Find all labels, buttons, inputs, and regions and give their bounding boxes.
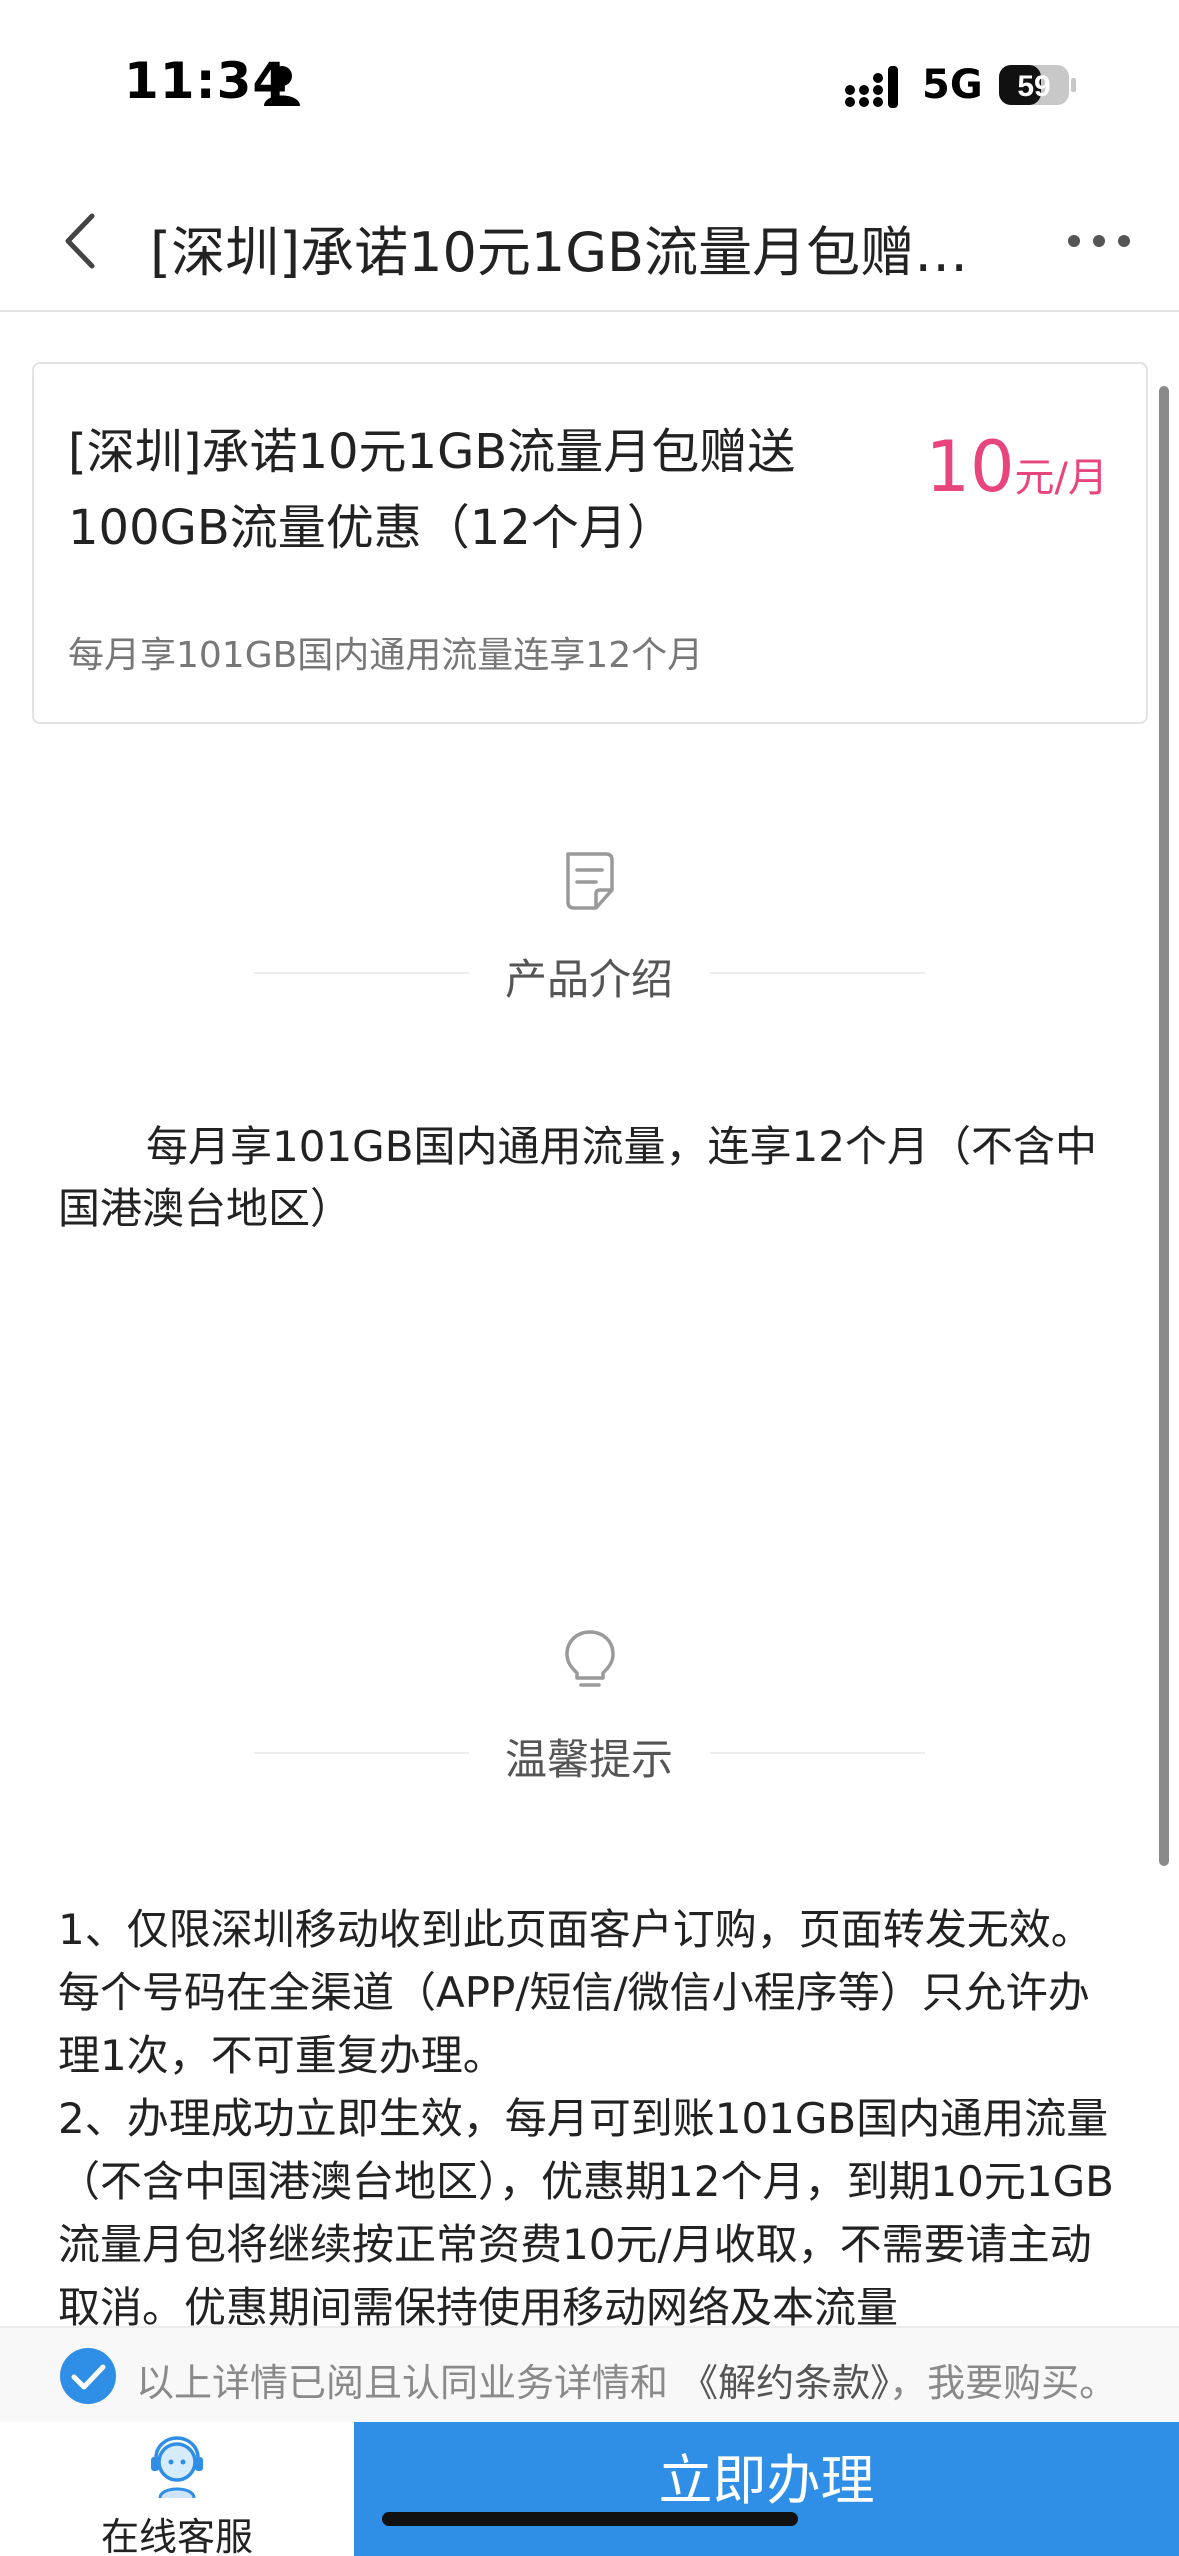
agreement-prefix: 以上详情已阅且认同业务详情和 bbox=[136, 2361, 669, 2405]
bottom-action-bar: 在线客服 立即办理 bbox=[0, 2422, 1179, 2556]
divider-line bbox=[710, 1752, 925, 1754]
person-icon bbox=[264, 66, 300, 106]
agreement-bar: 以上详情已阅且认同业务详情和 《解约条款》，我要购买。 bbox=[0, 2326, 1179, 2422]
product-subtitle: 每月享101GB国内通用流量连享12个月 bbox=[68, 635, 704, 676]
battery-icon: 59 bbox=[999, 65, 1076, 105]
online-service-label: 在线客服 bbox=[100, 2515, 253, 2556]
network-type-label: 5G bbox=[922, 62, 983, 108]
price-value: 10 bbox=[925, 426, 1015, 508]
product-title: [深圳]承诺10元1GB流量月包赠送 100GB流量优惠（12个月） bbox=[68, 414, 838, 566]
page-title: [深圳]承诺10元1GB流量月包赠… bbox=[150, 221, 969, 284]
signal-icon bbox=[845, 66, 898, 108]
divider-line bbox=[254, 972, 469, 974]
product-card: [深圳]承诺10元1GB流量月包赠送 100GB流量优惠（12个月） 10元/月… bbox=[32, 362, 1148, 724]
tips-text: 1、仅限深圳移动收到此页面客户订购，页面转发无效。每个号码在全渠道（APP/短信… bbox=[58, 1898, 1128, 2339]
customer-service-icon bbox=[151, 2436, 203, 2499]
checkbox-checked-icon[interactable] bbox=[58, 2346, 118, 2406]
product-title-line1: [深圳]承诺10元1GB流量月包赠送 bbox=[68, 424, 796, 480]
nav-bar: [深圳]承诺10元1GB流量月包赠… bbox=[0, 170, 1179, 312]
online-service-button[interactable]: 在线客服 bbox=[0, 2422, 354, 2556]
agreement-suffix: ，我要购买。 bbox=[889, 2361, 1118, 2405]
lightbulb-icon bbox=[565, 1630, 615, 1687]
tip-paragraph: 1、仅限深圳移动收到此页面客户订购，页面转发无效。每个号码在全渠道（APP/短信… bbox=[58, 1905, 1093, 2080]
more-options-icon[interactable] bbox=[1064, 224, 1134, 258]
price-unit: 元/月 bbox=[1014, 455, 1108, 501]
product-price: 10元/月 bbox=[925, 426, 1108, 508]
terms-link[interactable]: 《解约条款》 bbox=[680, 2361, 889, 2405]
back-icon[interactable] bbox=[56, 210, 106, 272]
submit-button[interactable]: 立即办理 bbox=[354, 2422, 1179, 2556]
tip-paragraph: 2、办理成功立即生效，每月可到账101GB国内通用流量（不含中国港澳台地区），优… bbox=[58, 2094, 1114, 2332]
scrollbar[interactable] bbox=[1159, 386, 1169, 1866]
home-indicator[interactable] bbox=[382, 2512, 798, 2526]
divider-line bbox=[254, 1752, 469, 1754]
divider-line bbox=[710, 972, 925, 974]
status-bar: 11:34 5G 59 bbox=[0, 0, 1179, 170]
battery-level: 59 bbox=[1017, 70, 1050, 103]
product-title-line2: 100GB流量优惠（12个月） bbox=[68, 500, 675, 556]
intro-text: 每月享101GB国内通用流量，连享12个月（不含中国港澳台地区） bbox=[58, 1122, 1097, 1233]
section-title-intro: 产品介绍 bbox=[504, 955, 673, 1004]
agreement-text: 以上详情已阅且认同业务详情和 《解约条款》，我要购买。 bbox=[136, 2352, 1117, 2407]
section-title-tips: 温馨提示 bbox=[504, 1735, 673, 1784]
document-icon bbox=[566, 852, 614, 910]
